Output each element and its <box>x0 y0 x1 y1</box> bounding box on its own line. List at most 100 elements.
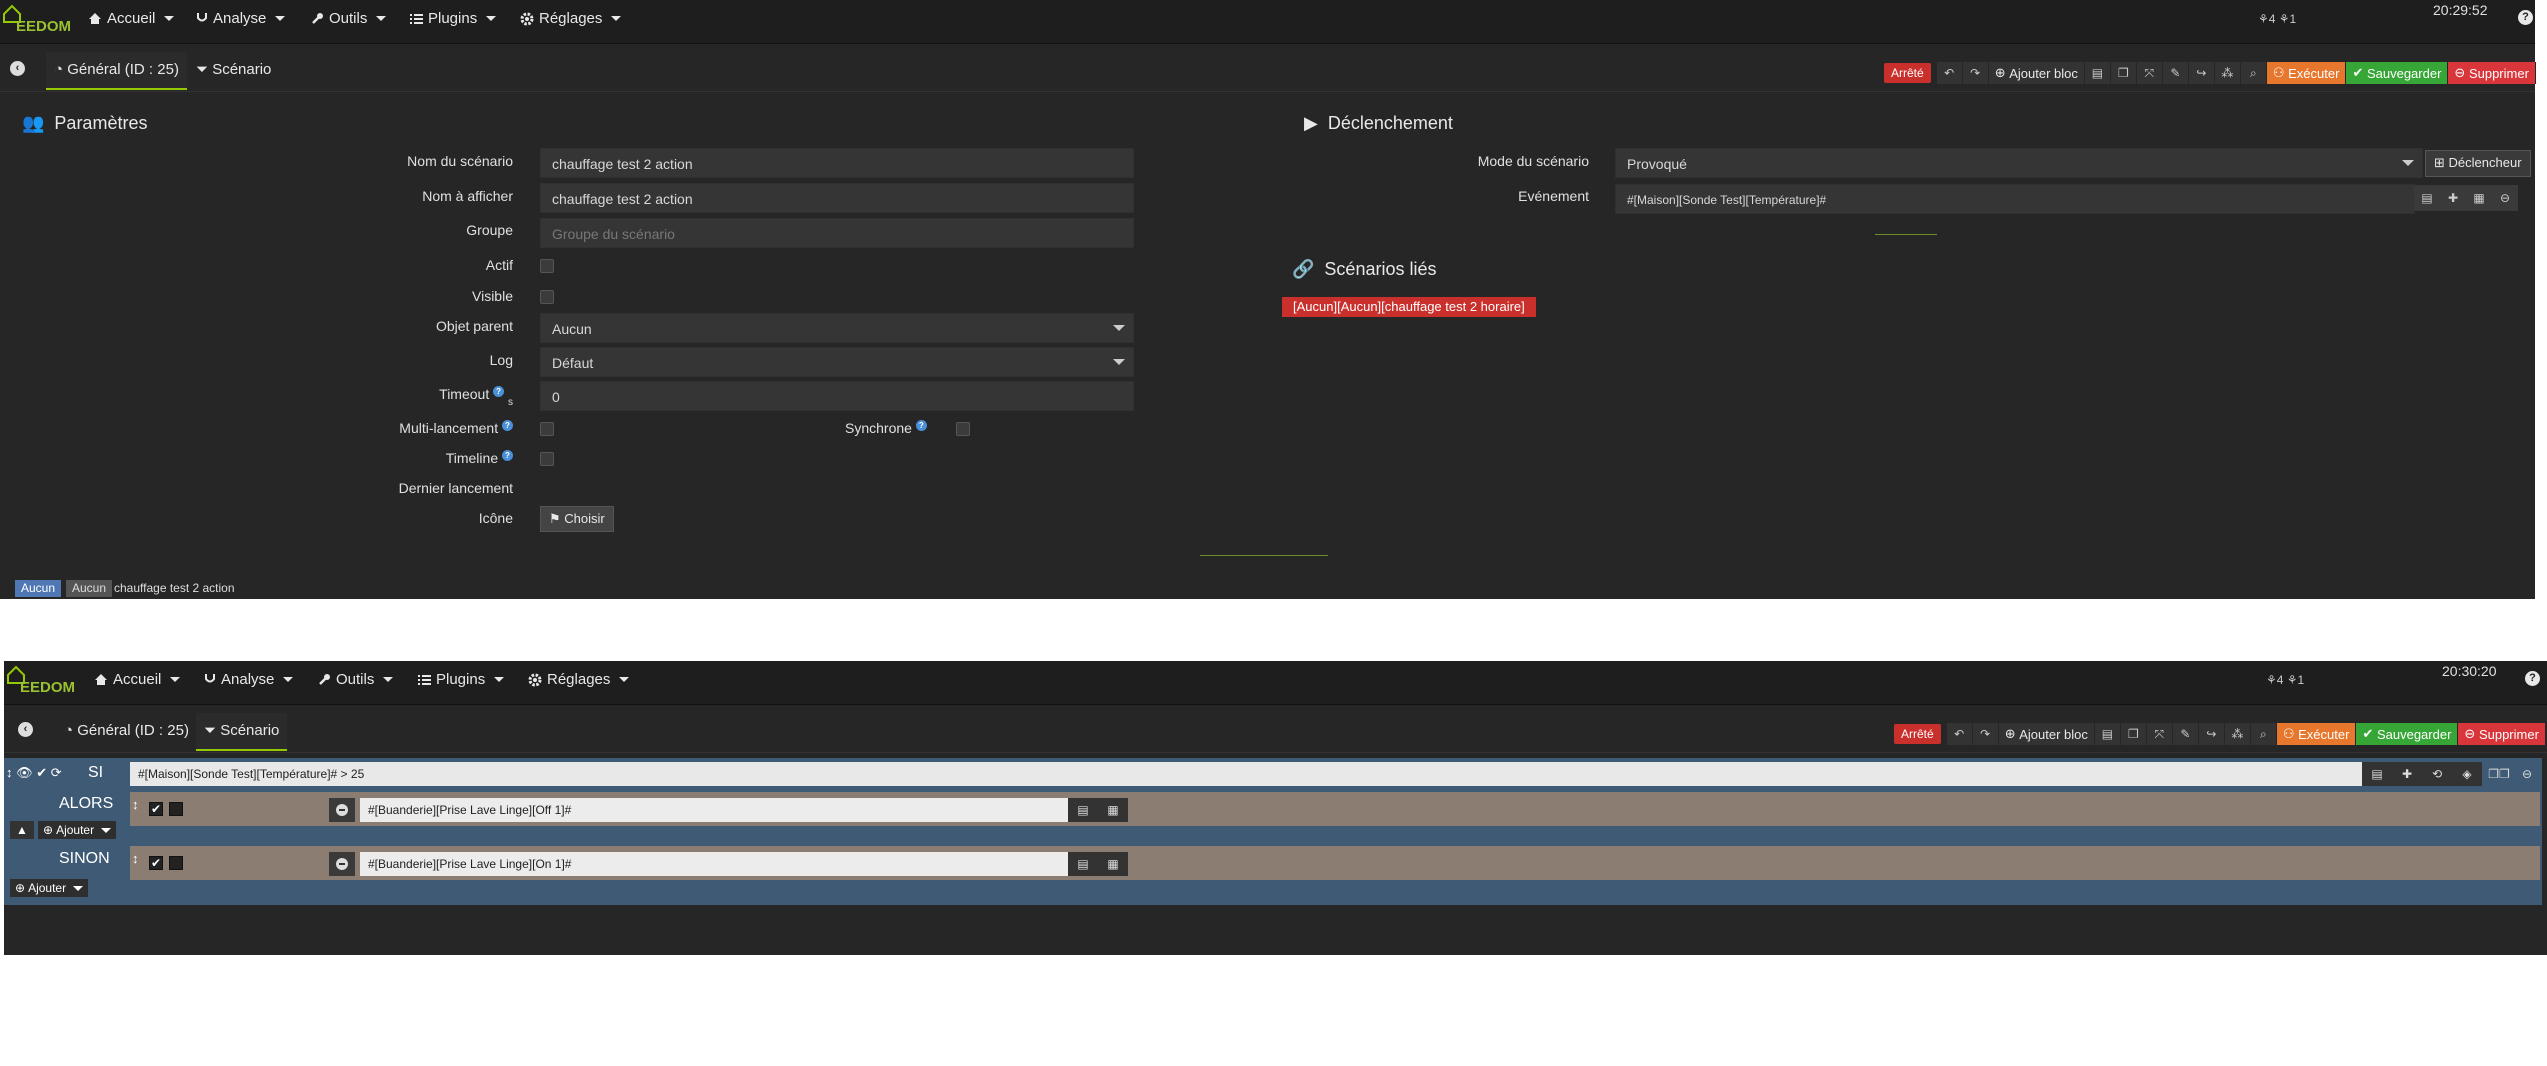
options-icon[interactable]: ▦ <box>1098 852 1128 876</box>
group-input[interactable]: Groupe du scénario <box>540 218 1134 248</box>
check-icon[interactable]: ✔ <box>36 765 47 780</box>
copy-icon[interactable]: ❐ <box>2110 62 2137 84</box>
redo-icon[interactable]: ↷ <box>1972 723 1999 745</box>
nav-accueil[interactable]: Accueil <box>94 671 181 688</box>
log-select[interactable]: Défaut <box>540 347 1134 377</box>
expand-icon[interactable]: ⤧ <box>2136 62 2163 84</box>
parent-object-select[interactable]: Aucun <box>540 313 1134 343</box>
save-button[interactable]: ✔ Sauvegarder <box>2356 723 2459 745</box>
status-icons[interactable]: ⚘4 ⚘1 <box>2266 673 2304 687</box>
list-alt-icon[interactable]: ▤ <box>2362 762 2392 786</box>
back-arrow-icon[interactable]: ‹ <box>18 722 33 737</box>
tab-scenario[interactable]: ⏷ Scénario <box>196 713 288 751</box>
edit-icon[interactable]: ✎ <box>2162 62 2189 84</box>
tab-general[interactable]: ◔ Général (ID : 25) <box>46 52 187 90</box>
nav-analyse[interactable]: Analyse <box>204 671 294 688</box>
puzzle-icon[interactable]: ✚ <box>2440 185 2466 211</box>
status-icons[interactable]: ⚘4 ⚘1 <box>2258 12 2296 26</box>
nav-outils[interactable]: Outils <box>318 671 394 688</box>
list-alt-icon[interactable]: ▤ <box>1068 798 1098 822</box>
tab-scenario[interactable]: ⏷ Scénario <box>188 52 279 90</box>
history-icon[interactable]: ⟲ <box>2422 762 2452 786</box>
timeout-input[interactable]: 0 <box>540 381 1134 411</box>
add-action-button[interactable]: ⊕ Ajouter <box>10 879 89 897</box>
remove-block-icon[interactable]: ⊖ <box>2516 762 2538 786</box>
choose-icon-button[interactable]: ⚑ Choisir <box>540 506 614 532</box>
help-icon[interactable]: ? <box>2518 10 2533 25</box>
eye-icon[interactable]: 👁 <box>16 765 33 780</box>
nav-reglages[interactable]: Réglages <box>520 10 622 27</box>
condition-input[interactable]: #[Maison][Sonde Test][Température]# > 25 <box>130 762 2362 786</box>
help-circle-icon[interactable]: ? <box>502 420 513 431</box>
scenario-name-input[interactable]: chauffage test 2 action <box>540 148 1134 178</box>
options-icon[interactable]: ▦ <box>1098 798 1128 822</box>
refresh-icon[interactable]: ⟳ <box>51 765 62 780</box>
event-input[interactable]: #[Maison][Sonde Test][Température]# <box>1615 184 2415 214</box>
execute-button[interactable]: ⚇ Exécuter <box>2276 723 2357 745</box>
file-icon[interactable]: ▤ <box>2084 62 2111 84</box>
search-icon[interactable]: ⌕ <box>2250 723 2277 745</box>
nav-accueil[interactable]: Accueil <box>88 10 175 27</box>
tab-general[interactable]: ◔ Général (ID : 25) <box>56 713 197 751</box>
sync-checkbox[interactable] <box>956 422 970 436</box>
add-action-button[interactable]: ⊕ Ajouter <box>38 821 117 839</box>
then-action-input[interactable]: #[Buanderie][Prise Lave Linge][Off 1]# <box>360 798 1068 822</box>
back-arrow-icon[interactable]: ‹ <box>10 61 25 76</box>
jeedom-logo[interactable]: EEDOM <box>0 4 72 40</box>
copy-block-icon[interactable]: ❐❐ <box>2482 762 2516 786</box>
file-icon[interactable]: ▤ <box>2094 723 2121 745</box>
display-name-input[interactable]: chauffage test 2 action <box>540 183 1134 213</box>
scenario-mode-select[interactable]: Provoqué <box>1615 148 2423 178</box>
undo-icon[interactable]: ↶ <box>1946 723 1973 745</box>
help-circle-icon[interactable]: ? <box>502 450 513 461</box>
visible-checkbox[interactable] <box>540 290 554 304</box>
nav-analyse[interactable]: Analyse <box>196 10 286 27</box>
puzzle-icon[interactable]: ✚ <box>2392 762 2422 786</box>
cubes-icon[interactable]: ⁂ <box>2214 62 2241 84</box>
copy-icon[interactable]: ❐ <box>2120 723 2147 745</box>
jeedom-logo[interactable]: EEDOM <box>4 665 76 701</box>
help-circle-icon[interactable]: ? <box>915 420 927 431</box>
enable-checkbox[interactable]: ✔ <box>149 856 163 870</box>
move-icon[interactable]: ↕ <box>132 851 139 866</box>
remove-action-icon[interactable] <box>329 852 355 876</box>
cubes-icon[interactable]: ⁂ <box>2224 723 2251 745</box>
remove-action-icon[interactable] <box>329 798 355 822</box>
background-checkbox[interactable] <box>169 856 183 870</box>
enable-checkbox[interactable]: ✔ <box>149 802 163 816</box>
add-block-button[interactable]: ⊕ Ajouter bloc <box>1988 62 2085 84</box>
nav-outils[interactable]: Outils <box>311 10 387 27</box>
collapse-icon[interactable]: ▲ <box>10 821 34 839</box>
list-alt-icon[interactable]: ▤ <box>1068 852 1098 876</box>
add-block-button[interactable]: ⊕ Ajouter bloc <box>1998 723 2095 745</box>
move-icon[interactable]: ↕ <box>132 797 139 812</box>
active-checkbox[interactable] <box>540 259 554 273</box>
else-action-input[interactable]: #[Buanderie][Prise Lave Linge][On 1]# <box>360 852 1068 876</box>
undo-icon[interactable]: ↶ <box>1936 62 1963 84</box>
delete-button[interactable]: ⊖ Supprimer <box>2448 62 2536 84</box>
share-icon[interactable]: ↪ <box>2188 62 2215 84</box>
timeline-checkbox[interactable] <box>540 452 554 466</box>
add-trigger-button[interactable]: ⊞ Déclencheur <box>2425 150 2531 177</box>
help-circle-icon[interactable]: ? <box>493 386 505 397</box>
calculator-icon[interactable]: ▦ <box>2466 185 2492 211</box>
delete-button[interactable]: ⊖ Supprimer <box>2458 723 2546 745</box>
redo-icon[interactable]: ↷ <box>1962 62 1989 84</box>
cube-icon[interactable]: ◈ <box>2452 762 2482 786</box>
nav-plugins[interactable]: Plugins <box>410 10 497 27</box>
execute-button[interactable]: ⚇ Exécuter <box>2266 62 2347 84</box>
search-icon[interactable]: ⌕ <box>2240 62 2267 84</box>
edit-icon[interactable]: ✎ <box>2172 723 2199 745</box>
help-icon[interactable]: ? <box>2525 671 2540 686</box>
multi-launch-checkbox[interactable] <box>540 422 554 436</box>
nav-reglages[interactable]: Réglages <box>528 671 630 688</box>
background-checkbox[interactable] <box>169 802 183 816</box>
expand-icon[interactable]: ⤧ <box>2146 723 2173 745</box>
remove-circle-icon[interactable]: ⊖ <box>2492 185 2518 211</box>
nav-plugins[interactable]: Plugins <box>418 671 505 688</box>
list-alt-icon[interactable]: ▤ <box>2414 185 2440 211</box>
share-icon[interactable]: ↪ <box>2198 723 2225 745</box>
save-button[interactable]: ✔ Sauvegarder <box>2346 62 2449 84</box>
move-icon[interactable]: ↕ <box>6 765 13 780</box>
linked-scenario-badge[interactable]: [Aucun][Aucun][chauffage test 2 horaire] <box>1282 297 1536 317</box>
